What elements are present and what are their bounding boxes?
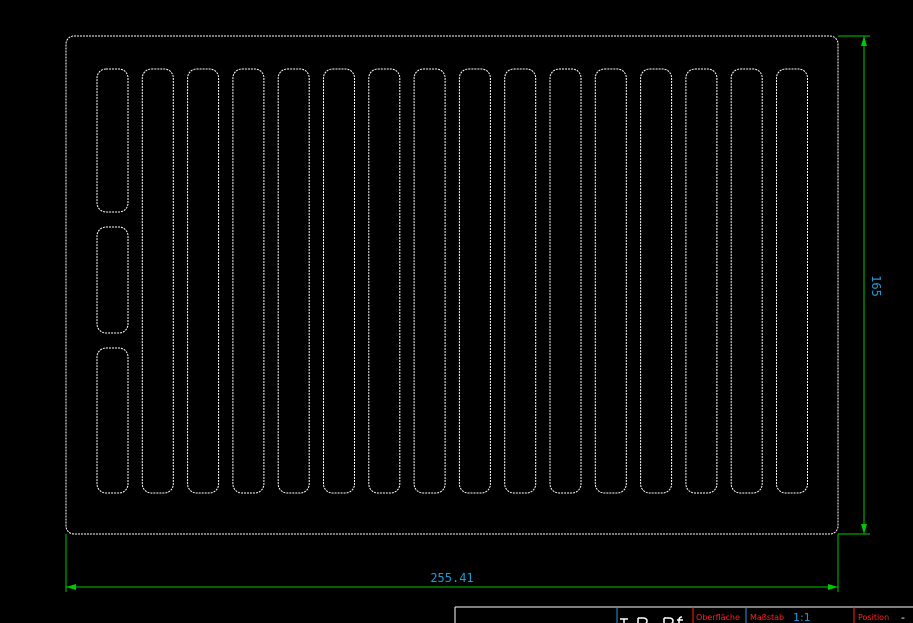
width-arrow-right [828,584,838,590]
position-label: Position [858,613,889,622]
surface-label: Oberfläche [696,613,740,622]
slot-11 [549,68,582,494]
width-dimension-label: 255.41 [430,571,473,585]
slot-14 [685,68,718,494]
slot-5 [277,68,310,494]
slot-7 [368,68,401,494]
scale-label: Maßstab [750,613,784,622]
height-arrow-top [861,36,867,46]
slot-16 [776,68,808,494]
slot-segment-2 [96,226,129,334]
slot-4 [232,68,265,494]
slot-6 [323,68,355,494]
height-dimension-label: 165 [869,275,883,297]
slot-segment-1 [96,68,129,213]
scale-value: 1:1 [793,611,811,623]
cad-drawing-canvas: 165 255.41 Oberfläche Maßstab 1:1 Positi… [65,35,913,623]
width-arrow-left [66,584,76,590]
slot-9 [458,68,491,494]
height-arrow-bottom [861,524,867,534]
slot-10 [504,68,537,494]
slot-group [96,68,808,494]
slot-13 [640,68,673,494]
slot-2 [141,68,174,494]
plate-outline [65,35,839,535]
slot-segment-3 [96,347,129,494]
slot-8 [413,68,446,494]
title-block: Oberfläche Maßstab 1:1 Position - [454,606,913,623]
height-dimension: 165 [838,35,883,535]
slot-12 [594,68,627,494]
position-value: - [901,611,905,623]
slot-3 [187,68,220,494]
slot-15 [730,68,763,494]
company-logo [620,616,683,623]
width-dimension: 255.41 [65,534,839,592]
